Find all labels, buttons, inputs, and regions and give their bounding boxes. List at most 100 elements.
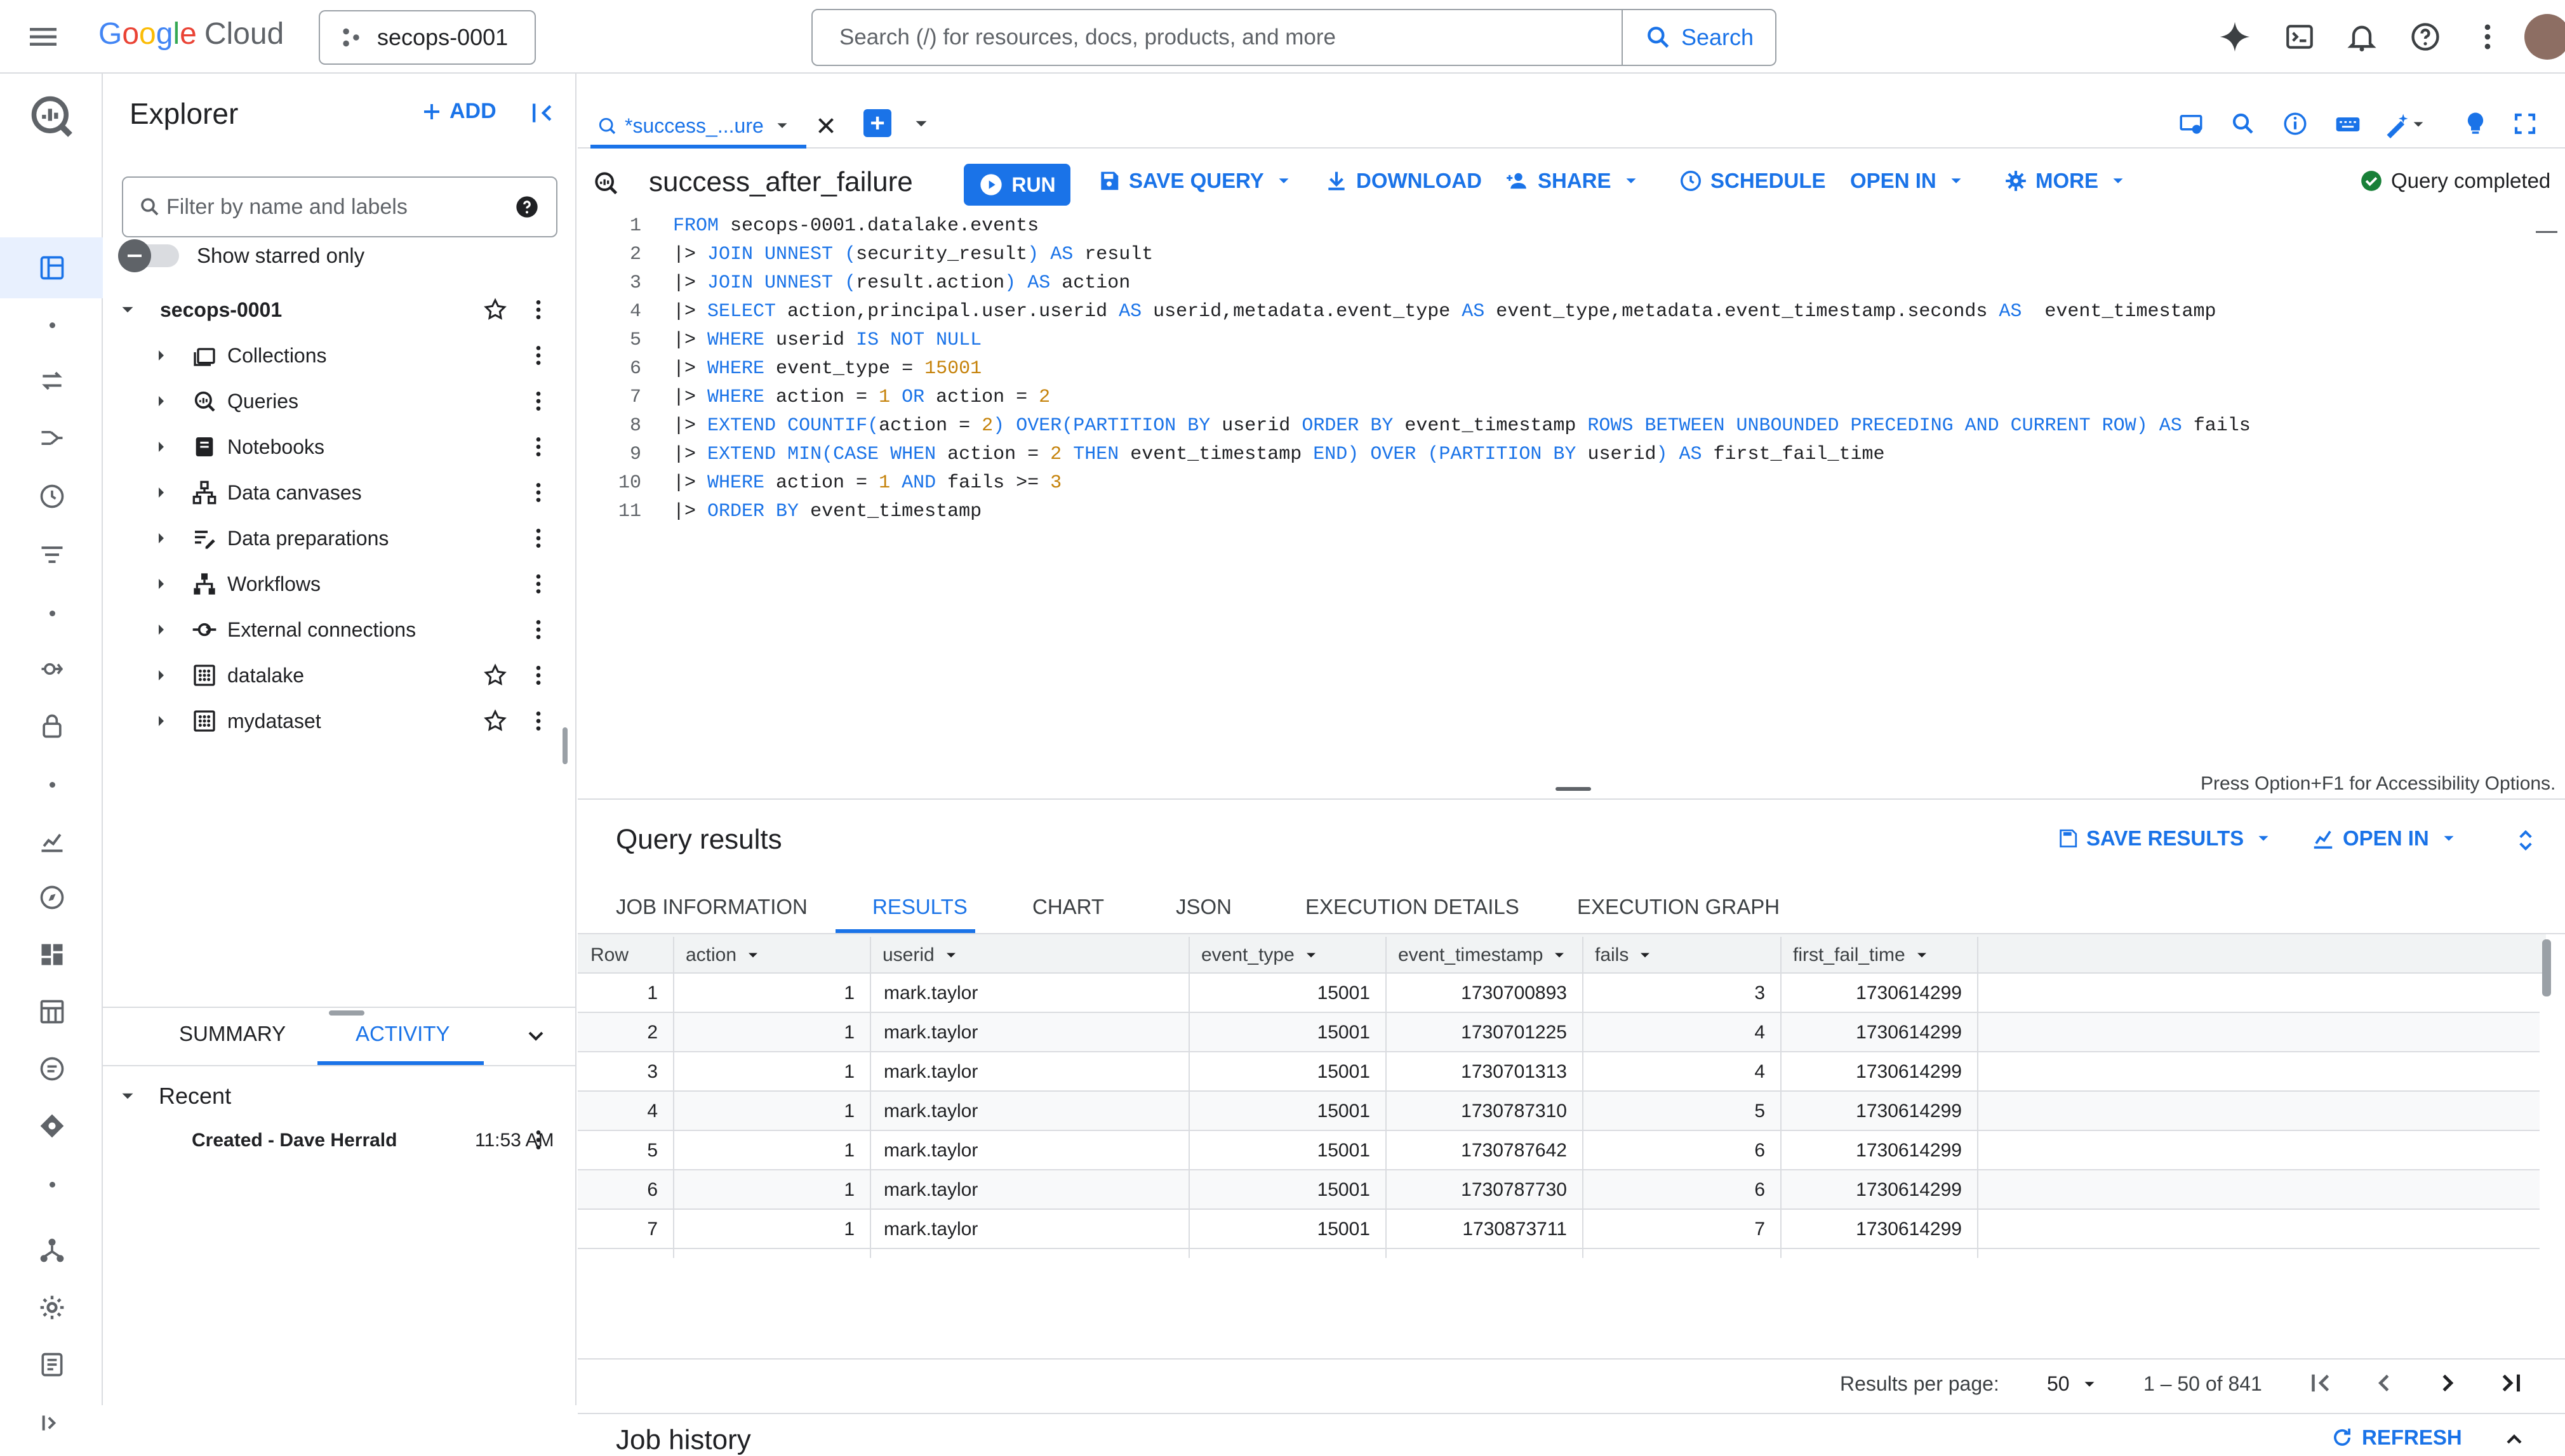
more-vert-icon[interactable] (526, 343, 551, 368)
new-tab-plus-icon[interactable]: + (863, 109, 891, 137)
caret-down-icon[interactable] (2439, 829, 2458, 848)
save-query-button[interactable]: SAVE QUERY (1097, 169, 1301, 193)
pipelines-icon[interactable] (36, 421, 69, 454)
filter-help-icon[interactable] (514, 194, 540, 220)
caret-right-icon[interactable] (151, 345, 171, 366)
table-row[interactable]: 5 1 mark.taylor 15001 1730787642 6 1730614299 (578, 1131, 2540, 1170)
code-line[interactable]: |> JOIN UNNEST (security_result) AS resu… (673, 241, 1153, 269)
star-icon[interactable] (483, 663, 508, 688)
lightbulb-icon[interactable] (2462, 110, 2489, 137)
code-line[interactable]: |> SELECT action,principal.user.userid A… (673, 298, 2216, 326)
gemini-sparkle-icon[interactable] (2216, 18, 2254, 56)
conversations-icon[interactable] (36, 1052, 69, 1085)
recent-activity-item[interactable]: Created - Dave Herrald (192, 1130, 397, 1151)
table-view-icon[interactable] (36, 995, 69, 1028)
sort-caret-icon[interactable] (1913, 946, 1931, 964)
tree-node-data-canvases[interactable]: Data canvases (103, 470, 576, 515)
tab-chart[interactable]: CHART (1032, 895, 1104, 919)
policy-lock-icon[interactable] (36, 710, 69, 743)
tab-activity[interactable]: ACTIVITY (356, 1022, 450, 1046)
caret-down-icon[interactable] (2254, 829, 2273, 848)
sort-caret-icon[interactable] (942, 946, 960, 964)
tree-node-external-connections[interactable]: External connections (103, 607, 576, 652)
cloud-shell-icon[interactable] (2281, 18, 2319, 56)
caret-right-icon[interactable] (151, 574, 171, 594)
tree-node-project[interactable]: secops-0001 (103, 287, 576, 333)
caret-right-icon[interactable] (151, 482, 171, 503)
code-line[interactable]: |> WHERE action = 1 AND fails >= 3 (673, 469, 1062, 498)
info-icon[interactable] (2282, 110, 2308, 137)
caret-right-icon[interactable] (151, 528, 171, 548)
tree-node-data-preparations[interactable]: Data preparations (103, 515, 576, 561)
open-in-button[interactable]: OPEN IN (1850, 169, 1973, 193)
caret-down-icon[interactable] (910, 113, 932, 135)
data-quality-icon[interactable] (36, 652, 69, 685)
explorer-resize-handle[interactable] (329, 1010, 364, 1016)
tree-node-notebooks[interactable]: Notebooks (103, 424, 576, 470)
caret-down-icon[interactable] (1274, 171, 1293, 190)
column-header-first-fail-time[interactable]: first_fail_time (1793, 944, 1931, 966)
sort-caret-icon[interactable] (1636, 946, 1654, 964)
refresh-button[interactable]: REFRESH (2330, 1426, 2462, 1450)
run-button[interactable]: RUN (964, 164, 1070, 206)
code-line[interactable]: |> ORDER BY event_timestamp (673, 498, 982, 526)
tree-node-datalake[interactable]: datalake (103, 652, 576, 698)
schedule-button[interactable]: SCHEDULE (1679, 169, 1826, 193)
tab-results[interactable]: RESULTS (872, 895, 968, 919)
explorer-filter-input[interactable] (161, 178, 514, 236)
code-line[interactable]: |> EXTEND MIN(CASE WHEN action = 2 THEN … (673, 440, 1885, 469)
user-avatar[interactable] (2524, 14, 2565, 60)
tab-execution-graph[interactable]: EXECUTION GRAPH (1577, 895, 1780, 919)
find-search-icon[interactable] (2230, 110, 2256, 137)
scheduled-queries-icon[interactable] (36, 480, 69, 513)
more-vert-icon[interactable] (526, 526, 551, 551)
tree-node-mydataset[interactable]: mydataset (103, 698, 576, 744)
caret-down-icon[interactable] (773, 116, 792, 135)
more-vert-icon[interactable] (526, 297, 551, 322)
analytics-hub-icon[interactable] (36, 538, 69, 571)
download-button[interactable]: DOWNLOAD (1324, 169, 1482, 193)
more-vert-icon[interactable] (526, 434, 551, 460)
share-button[interactable]: SHARE (1505, 169, 1648, 193)
tree-node-workflows[interactable]: Workflows (103, 561, 576, 607)
chevron-down-icon[interactable] (523, 1023, 549, 1049)
more-vert-icon[interactable] (526, 388, 551, 414)
project-picker[interactable]: secops-0001 (319, 10, 536, 65)
code-line[interactable]: |> EXTEND COUNTIF(action = 2) OVER(PARTI… (673, 412, 2251, 440)
caret-right-icon[interactable] (151, 711, 171, 731)
collapse-panel-icon[interactable] (528, 99, 556, 127)
query-tab[interactable]: *success_...ure (597, 103, 834, 149)
column-divider[interactable] (1189, 937, 1190, 1258)
column-header-action[interactable]: action (686, 944, 762, 966)
caret-right-icon[interactable] (151, 391, 171, 411)
toggle-switch[interactable] (118, 239, 179, 272)
more-button[interactable]: MORE (2004, 169, 2135, 193)
code-editor[interactable]: 1 2 3 4 5 6 7 8 9 10 11 FROM secops-0001.datalake.… (578, 211, 2565, 786)
notifications-bell-icon[interactable] (2343, 18, 2381, 56)
expand-rail-icon[interactable] (36, 1406, 69, 1439)
star-icon[interactable] (483, 297, 508, 322)
tree-node-collections[interactable]: Collections (103, 333, 576, 378)
column-divider[interactable] (1780, 937, 1782, 1258)
close-icon[interactable] (815, 114, 837, 137)
results-open-in-button[interactable]: OPEN IN (2311, 826, 2466, 850)
code-line[interactable]: FROM secops-0001.datalake.events (673, 212, 1039, 241)
table-row[interactable]: 7 1 mark.taylor 15001 1730873711 7 1730614299 (578, 1210, 2540, 1249)
column-divider[interactable] (1385, 937, 1387, 1258)
hamburger-menu-icon[interactable] (25, 19, 61, 55)
caret-right-icon[interactable] (151, 437, 171, 457)
previous-page-icon[interactable] (2369, 1368, 2399, 1398)
caret-down-icon[interactable] (117, 1085, 138, 1107)
table-row[interactable]: 3 1 mark.taylor 15001 1730701313 4 1730614299 (578, 1052, 2540, 1092)
caret-down-icon[interactable] (1947, 171, 1966, 190)
keyboard-icon[interactable] (2334, 110, 2362, 138)
bigquery-logo-icon[interactable] (28, 93, 76, 141)
expand-results-icon[interactable] (2513, 828, 2538, 853)
column-header-fails[interactable]: fails (1595, 944, 1654, 966)
column-divider[interactable] (1977, 937, 1978, 1258)
first-page-icon[interactable] (2306, 1368, 2335, 1398)
caret-right-icon[interactable] (151, 665, 171, 685)
star-icon[interactable] (483, 708, 508, 734)
more-vert-icon[interactable] (526, 480, 551, 505)
results-per-page-select[interactable]: 50 (2047, 1372, 2099, 1396)
